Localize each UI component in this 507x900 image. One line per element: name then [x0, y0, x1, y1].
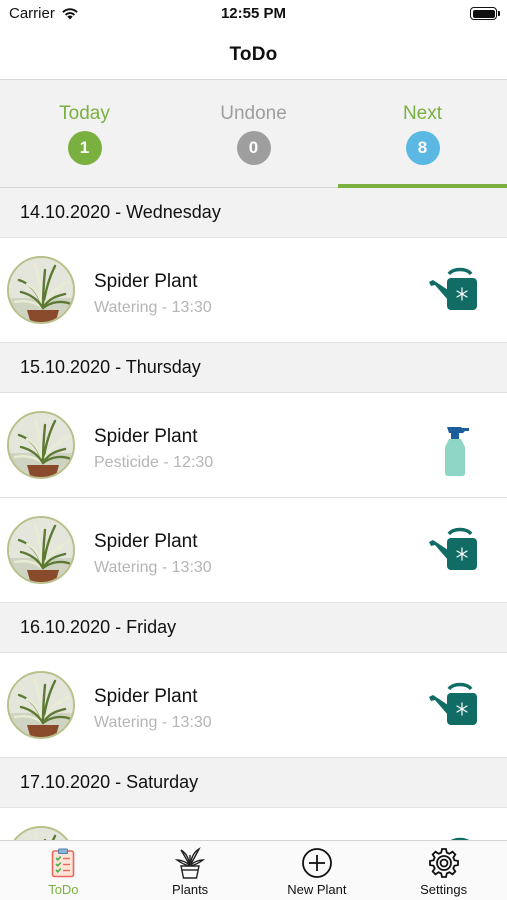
task-row[interactable]: Spider Plant Watering - 13:30 — [0, 498, 507, 603]
segment-label: Today — [59, 103, 110, 124]
plus-circle-icon — [300, 846, 334, 880]
gear-icon — [427, 846, 461, 880]
task-row[interactable]: Spider Plant Watering - 13:30 — [0, 653, 507, 758]
tab-todo[interactable]: ToDo — [0, 841, 127, 900]
segment-label: Undone — [220, 103, 287, 124]
plant-name: Spider Plant — [94, 271, 198, 292]
plant-avatar — [7, 411, 75, 479]
count-badge: 1 — [67, 131, 102, 165]
tab-new-plant[interactable]: New Plant — [254, 841, 381, 900]
tab-bar: ToDo Plants New Plant Settings — [0, 840, 507, 900]
page-title: ToDo — [229, 43, 278, 65]
task-text: Spider Plant Watering - 13:30 — [94, 531, 212, 577]
navigation-bar: ToDo — [0, 30, 507, 80]
spray-bottle-icon — [427, 421, 483, 476]
segment-next[interactable]: Next 8 — [338, 80, 507, 188]
tab-label: New Plant — [287, 882, 347, 897]
plant-avatar — [7, 516, 75, 584]
tab-plants[interactable]: Plants — [127, 841, 254, 900]
count-badge: 0 — [236, 131, 271, 165]
tab-label: Plants — [172, 882, 209, 897]
task-row[interactable]: Spider Plant Watering - 13:30 — [0, 238, 507, 343]
section-header-date: 16.10.2020 - Friday — [0, 603, 507, 653]
plant-name: Spider Plant — [94, 426, 198, 447]
segment-label: Next — [402, 103, 443, 124]
plant-avatar — [7, 256, 75, 324]
task-text: Spider Plant Watering - 13:30 — [94, 686, 212, 732]
battery-icon — [470, 7, 500, 20]
watering-can-icon — [427, 681, 483, 729]
potted-plant-icon — [173, 846, 207, 880]
task-text: Spider Plant Pesticide - 12:30 — [94, 426, 213, 472]
plant-name: Spider Plant — [94, 531, 198, 552]
status-time: 12:55 PM — [220, 5, 287, 22]
segment-undone[interactable]: Undone 0 — [169, 80, 338, 187]
task-detail: Watering - 13:30 — [94, 299, 212, 316]
task-list[interactable]: 14.10.2020 - Wednesday Spider Plant Water… — [0, 188, 507, 900]
segment-today[interactable]: Today 1 — [0, 80, 169, 187]
task-detail: Watering - 13:30 — [94, 714, 212, 731]
task-row[interactable]: Spider Plant Pesticide - 12:30 — [0, 393, 507, 498]
tab-label: Settings — [420, 882, 468, 897]
todo-checklist-icon — [46, 846, 80, 880]
count-badge: 8 — [405, 131, 440, 165]
watering-can-icon — [427, 526, 483, 574]
plant-avatar — [7, 671, 75, 739]
watering-can-icon — [427, 266, 483, 314]
task-text: Spider Plant Watering - 13:30 — [94, 271, 212, 317]
tab-label: ToDo — [48, 882, 79, 897]
plant-name: Spider Plant — [94, 686, 198, 707]
task-detail: Watering - 13:30 — [94, 559, 212, 576]
tab-settings[interactable]: Settings — [380, 841, 507, 900]
section-header-date: 14.10.2020 - Wednesday — [0, 188, 507, 238]
section-header-date: 15.10.2020 - Thursday — [0, 343, 507, 393]
status-bar: Carrier 12:55 PM — [0, 0, 507, 30]
section-header-date: 17.10.2020 - Saturday — [0, 758, 507, 808]
filter-segments: Today 1 Undone 0 Next 8 — [0, 80, 507, 188]
task-detail: Pesticide - 12:30 — [94, 454, 214, 471]
